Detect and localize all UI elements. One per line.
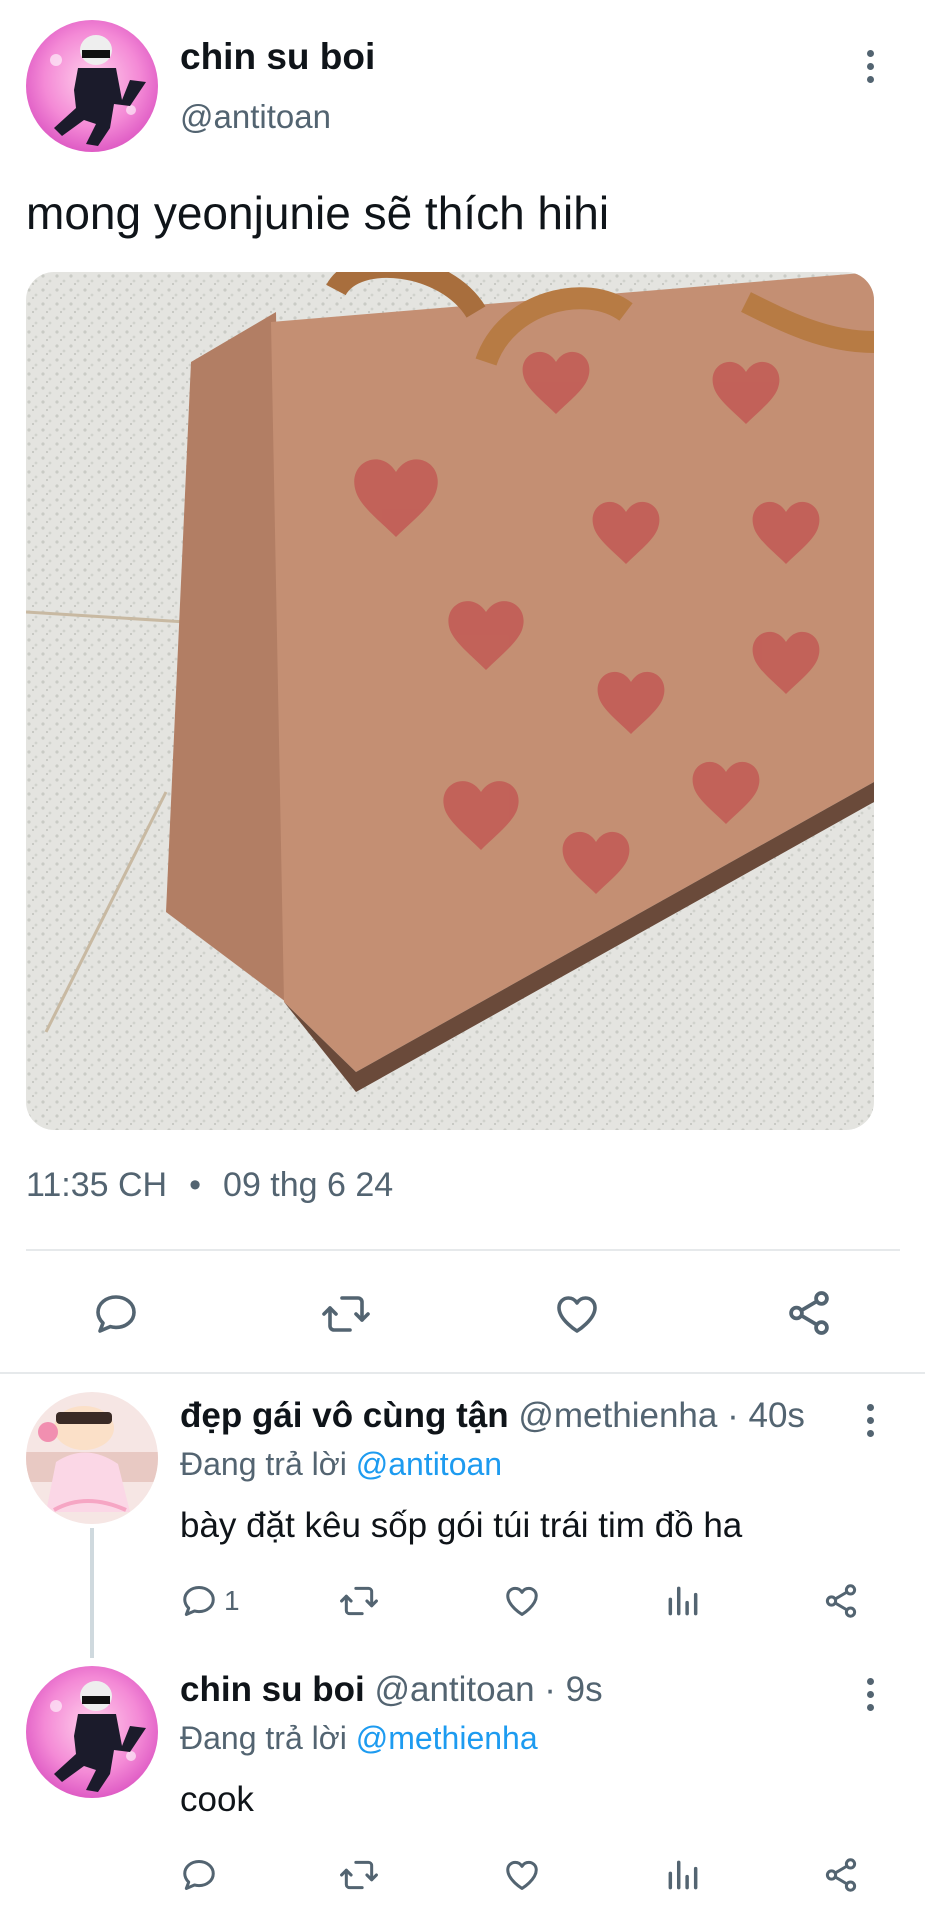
reply-retweet-button[interactable] xyxy=(338,1582,380,1620)
views-icon xyxy=(668,1586,698,1616)
reply-text: cook xyxy=(180,1780,254,1819)
more-icon xyxy=(866,1678,874,1685)
retweet-icon xyxy=(322,1296,370,1332)
replying-to-prefix: Đang trả lời xyxy=(180,1446,347,1482)
reply-thread-line xyxy=(90,1528,94,1658)
timestamp-separator: • xyxy=(189,1166,202,1204)
reply-retweet-button[interactable] xyxy=(338,1856,380,1894)
like-icon xyxy=(506,1586,538,1616)
reply-header: đẹp gái vô cùng tận @methienha · 40s xyxy=(180,1396,805,1436)
retweet-button[interactable] xyxy=(320,1290,372,1338)
reply-views-button[interactable] xyxy=(664,1856,702,1894)
like-button[interactable] xyxy=(552,1290,602,1338)
reply-display-name[interactable]: chin su boi xyxy=(180,1670,365,1709)
reply-avatar[interactable] xyxy=(26,1666,158,1798)
reply-share-button[interactable] xyxy=(822,1856,860,1894)
reply-reply-button[interactable]: 1 xyxy=(180,1582,240,1620)
retweet-icon xyxy=(340,1586,378,1616)
reply-avatar[interactable] xyxy=(26,1392,158,1524)
author-handle[interactable]: @antitoan xyxy=(180,98,331,136)
divider xyxy=(26,1249,900,1251)
more-icon xyxy=(866,1404,874,1411)
reply-count: 1 xyxy=(224,1585,240,1616)
like-icon xyxy=(506,1860,538,1890)
reply-more-button[interactable] xyxy=(865,1404,875,1437)
replying-to: Đang trả lời @methienha xyxy=(180,1720,538,1757)
share-button[interactable] xyxy=(784,1288,834,1338)
more-options-button[interactable] xyxy=(865,50,875,83)
reply-share-button[interactable] xyxy=(822,1582,860,1620)
like-icon xyxy=(557,1296,597,1333)
views-icon xyxy=(668,1860,698,1890)
reply-like-button[interactable] xyxy=(502,1582,542,1620)
reply-text: bày đặt kêu sốp gói túi trái tim đồ ha xyxy=(180,1506,743,1545)
reply-views-button[interactable] xyxy=(664,1582,702,1620)
replying-to-prefix: Đang trả lời xyxy=(180,1720,347,1756)
tweet-photo[interactable] xyxy=(26,272,874,1130)
author-avatar[interactable] xyxy=(26,20,158,152)
reply-like-button[interactable] xyxy=(502,1856,542,1894)
reply-age[interactable]: · 40s xyxy=(727,1396,805,1435)
reply-display-name[interactable]: đẹp gái vô cùng tận xyxy=(180,1396,509,1435)
share-icon xyxy=(825,1584,857,1618)
replying-to: Đang trả lời @antitoan xyxy=(180,1446,502,1483)
replying-to-handle[interactable]: @methienha xyxy=(356,1720,538,1756)
reply-button[interactable] xyxy=(92,1290,140,1338)
reply-header: chin su boi @antitoan · 9s xyxy=(180,1670,603,1710)
more-icon xyxy=(866,50,874,57)
tweet-text: mong yeonjunie sẽ thích hihi xyxy=(26,187,610,239)
reply-handle[interactable]: @methienha xyxy=(518,1396,717,1435)
reply-icon xyxy=(183,1860,215,1890)
reply-age[interactable]: · 9s xyxy=(544,1670,602,1709)
reply-reply-button[interactable] xyxy=(180,1856,224,1894)
tweet-timestamp[interactable]: 11:35 CH • 09 thg 6 24 xyxy=(26,1166,393,1205)
share-icon xyxy=(825,1858,857,1892)
reply-icon xyxy=(183,1586,215,1616)
tweet-time: 11:35 CH xyxy=(26,1166,168,1204)
tweet-date: 09 thg 6 24 xyxy=(223,1166,394,1204)
section-divider xyxy=(0,1372,925,1374)
reply-icon xyxy=(96,1295,136,1333)
reply-more-button[interactable] xyxy=(865,1678,875,1711)
retweet-icon xyxy=(340,1860,378,1890)
share-icon xyxy=(789,1291,829,1335)
replying-to-handle[interactable]: @antitoan xyxy=(356,1446,502,1482)
reply-handle[interactable]: @antitoan xyxy=(374,1670,534,1709)
author-display-name[interactable]: chin su boi xyxy=(180,36,375,78)
